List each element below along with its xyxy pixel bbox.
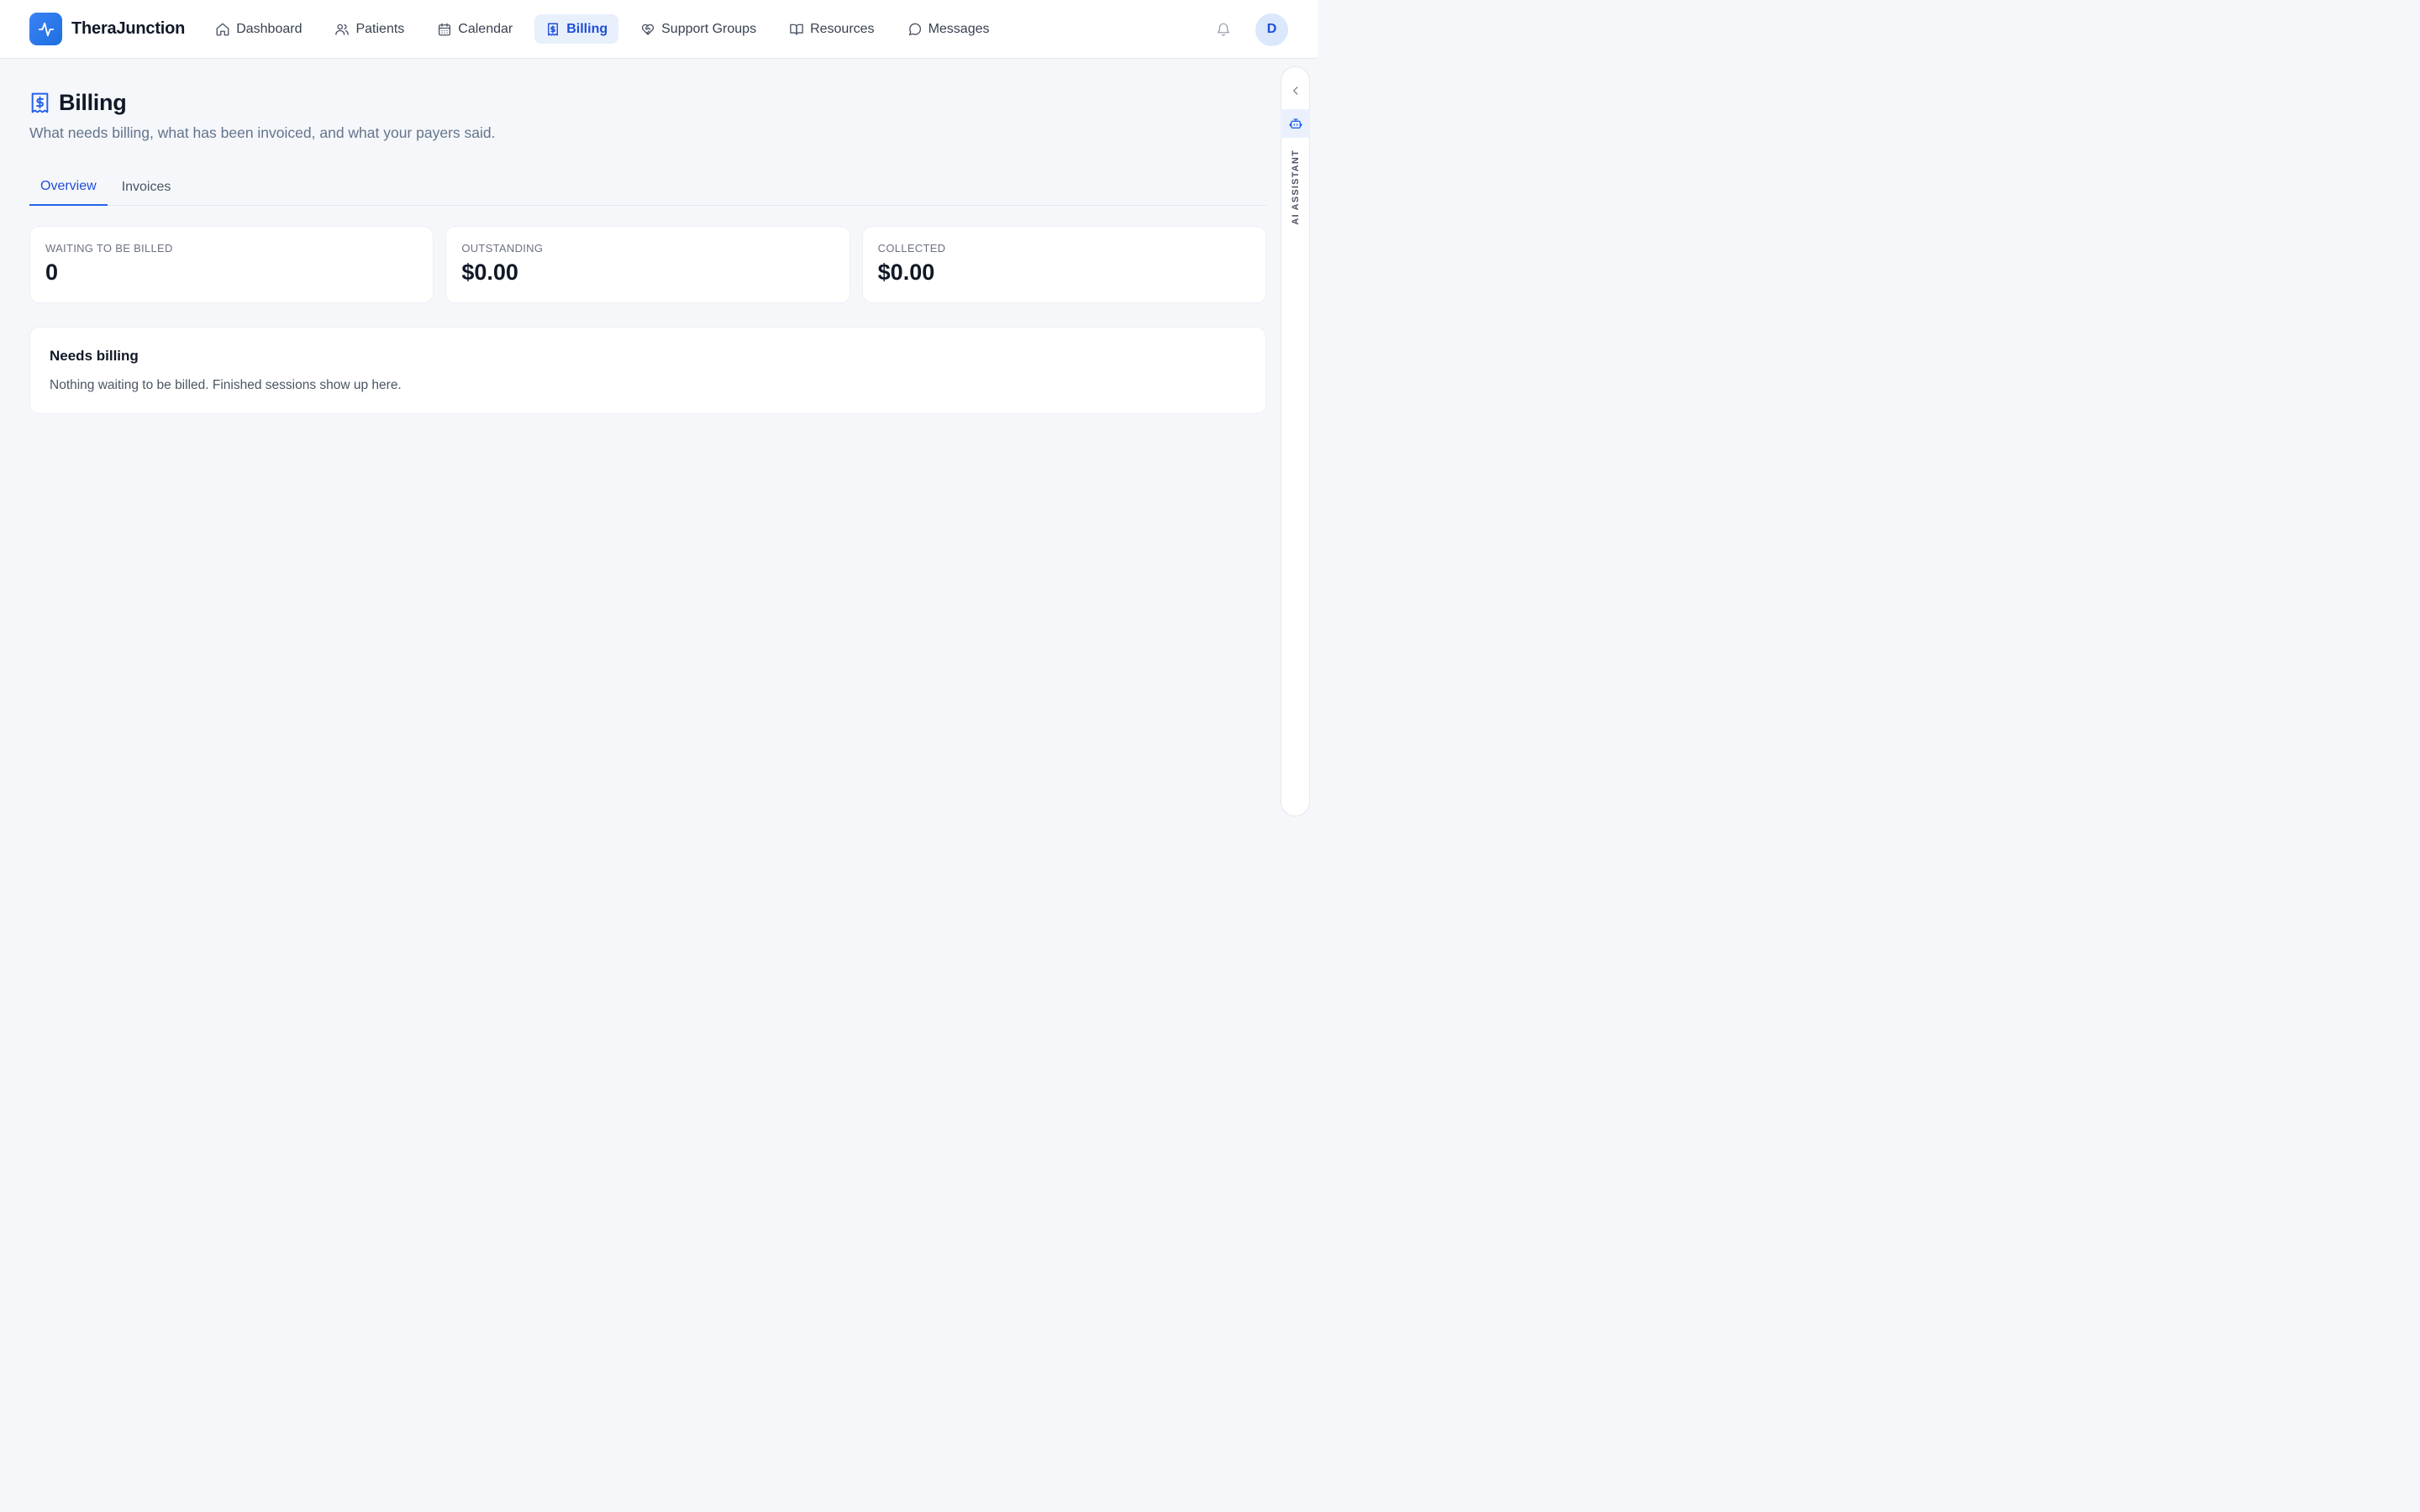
bot-icon[interactable] <box>1281 109 1310 138</box>
needs-billing-panel: Needs billing Nothing waiting to be bill… <box>29 327 1266 414</box>
tab-invoices[interactable]: Invoices <box>111 169 182 206</box>
nav-item-label: Messages <box>928 21 990 36</box>
tab-overview[interactable]: Overview <box>29 169 108 206</box>
receipt-icon <box>548 23 559 35</box>
stat-card-outstanding: OUTSTANDING $0.00 <box>445 226 850 303</box>
top-right-actions: D <box>1215 0 1288 59</box>
home-icon <box>216 23 229 35</box>
message-circle-icon <box>908 23 921 35</box>
stat-card-collected: COLLECTED $0.00 <box>861 226 1266 303</box>
nav-item-label: Patients <box>355 21 405 36</box>
ai-assistant-rail: AI ASSISTANT <box>1281 66 1310 816</box>
stat-value: $0.00 <box>461 260 518 285</box>
top-nav-bar: TheraJunction Dashboard Patients Calenda… <box>0 0 1318 59</box>
nav-item-label: Dashboard <box>236 21 302 36</box>
nav-item-label: Calendar <box>458 21 513 36</box>
nav-item-patients[interactable]: Patients <box>324 14 415 44</box>
nav-item-label: Billing <box>566 21 608 36</box>
nav-item-dashboard[interactable]: Dashboard <box>204 14 313 44</box>
app-name: TheraJunction <box>71 19 186 38</box>
stat-label: COLLECTED <box>877 242 946 255</box>
calendar-icon <box>439 23 451 35</box>
chevron-left-icon[interactable] <box>1287 82 1304 99</box>
nav-item-calendar[interactable]: Calendar <box>426 14 523 44</box>
page-subtitle: What needs billing, what has been invoic… <box>29 124 496 141</box>
nav-item-label: Support Groups <box>661 21 757 36</box>
page-header: Billing <box>29 90 1266 116</box>
nav-item-billing[interactable]: Billing <box>534 14 619 44</box>
nav-item-label: Resources <box>810 21 875 36</box>
book-open-icon <box>790 24 803 35</box>
billing-tabs: Overview Invoices <box>29 169 1266 206</box>
nav-item-messages[interactable]: Messages <box>897 14 1001 44</box>
receipt-icon <box>31 92 49 113</box>
stats-row: WAITING TO BE BILLED 0 OUTSTANDING $0.00… <box>29 226 1266 303</box>
nav-item-resources[interactable]: Resources <box>778 14 885 44</box>
activity-logo-icon <box>29 13 62 45</box>
avatar[interactable]: D <box>1255 13 1288 46</box>
bell-icon[interactable] <box>1215 21 1232 38</box>
nav-item-support-groups[interactable]: Support Groups <box>629 14 767 44</box>
stat-value: 0 <box>45 260 59 285</box>
users-icon <box>335 24 350 35</box>
ai-assistant-label[interactable]: AI ASSISTANT <box>1291 150 1301 225</box>
stat-label: WAITING TO BE BILLED <box>45 242 173 255</box>
page-title: Billing <box>59 90 127 115</box>
main-nav: Dashboard Patients Calendar Billing Supp… <box>204 14 1011 44</box>
stat-card-waiting: WAITING TO BE BILLED 0 <box>29 226 434 303</box>
main-content: Billing What needs billing, what has bee… <box>29 59 1266 414</box>
stat-label: OUTSTANDING <box>461 242 544 255</box>
stat-value: $0.00 <box>877 260 935 285</box>
empty-state-message: Nothing waiting to be billed. Finished s… <box>50 378 402 392</box>
brand[interactable]: TheraJunction <box>29 13 185 45</box>
heart-handshake-icon <box>641 24 655 35</box>
panel-title: Needs billing <box>50 348 139 364</box>
